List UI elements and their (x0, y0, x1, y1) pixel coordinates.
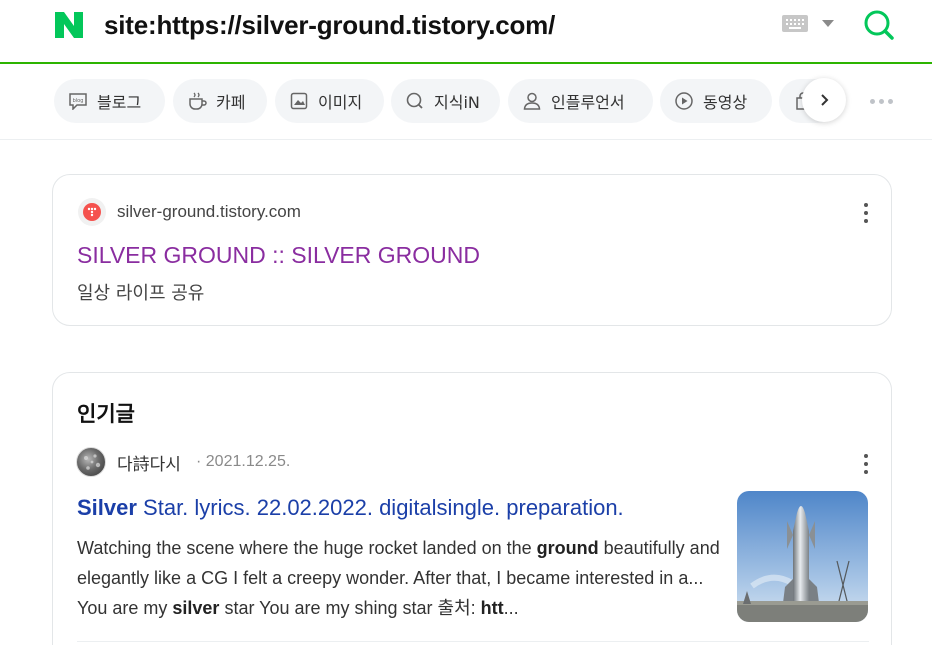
tab-influencer[interactable]: 인플루언서 (508, 79, 653, 123)
tab-blog[interactable]: blog 블로그 (54, 79, 165, 123)
tab-label: 지식iN (434, 93, 480, 112)
chevron-right-icon (821, 94, 829, 106)
snippet-text: Watching the scene where the huge rocket… (77, 538, 537, 558)
tab-cafe[interactable]: 카페 (173, 79, 267, 123)
svg-text:blog: blog (73, 98, 84, 104)
search-tabs: blog 블로그 카페 이미지 지식iN 인플루언서 동영상 (0, 66, 932, 140)
snippet-highlight: ground (536, 538, 599, 558)
post-date: · 2021.12.25. (196, 453, 291, 470)
divider (77, 641, 869, 642)
tab-images[interactable]: 이미지 (275, 79, 384, 123)
search-header: site:https://silver-ground.tistory.com/ (0, 0, 932, 64)
keyboard-icon[interactable] (782, 15, 808, 32)
author-name[interactable]: 다詩다시 (117, 450, 181, 475)
tistory-favicon-icon[interactable] (78, 198, 106, 226)
tab-kin[interactable]: 지식iN (391, 79, 500, 123)
image-icon (289, 91, 309, 111)
snippet-highlight: silver (172, 598, 220, 618)
tab-label: 이미지 (318, 93, 363, 112)
site-title-link[interactable]: SILVER GROUND :: SILVER GROUND (77, 242, 480, 269)
snippet-text: ... (503, 598, 519, 618)
post-thumbnail[interactable] (737, 491, 868, 622)
tab-label: 블로그 (97, 93, 142, 112)
more-options-icon[interactable] (862, 203, 870, 223)
post-title-text: Star. lyrics. 22.02.2022. digitalsingle.… (136, 495, 624, 520)
person-icon (522, 91, 542, 111)
author-avatar[interactable] (76, 447, 106, 477)
kin-icon (405, 91, 425, 111)
tab-video[interactable]: 동영상 (660, 79, 772, 123)
post-snippet: Watching the scene where the huge rocket… (77, 533, 727, 623)
snippet-text: star You are my shing star 출처: (219, 598, 481, 618)
section-title: 인기글 (77, 402, 135, 426)
blog-icon: blog (68, 91, 88, 111)
post-title-link[interactable]: Silver Star. lyrics. 22.02.2022. digital… (77, 495, 624, 521)
tab-label: 카페 (216, 93, 246, 112)
site-result-card: silver-ground.tistory.com SILVER GROUND … (52, 174, 892, 326)
tab-label: 인플루언서 (551, 93, 625, 112)
chevron-down-icon[interactable] (822, 20, 834, 27)
search-query-text[interactable]: site:https://silver-ground.tistory.com/ (104, 10, 555, 41)
search-icon[interactable] (862, 8, 896, 42)
cafe-icon (187, 91, 207, 111)
site-description: 일상 라이프 공유 (77, 283, 205, 304)
more-tabs-icon[interactable] (870, 93, 896, 109)
snippet-highlight: htt (480, 598, 504, 618)
more-options-icon[interactable] (862, 454, 870, 474)
play-icon (674, 91, 694, 111)
popular-posts-card: 인기글 다詩다시 · 2021.12.25. Silver Star. lyri… (52, 372, 892, 645)
tab-label: 동영상 (703, 93, 748, 112)
naver-logo[interactable] (53, 10, 85, 40)
post-title-highlight: Silver (77, 495, 137, 520)
site-domain[interactable]: silver-ground.tistory.com (117, 202, 301, 222)
tabs-next-button[interactable] (802, 78, 846, 122)
